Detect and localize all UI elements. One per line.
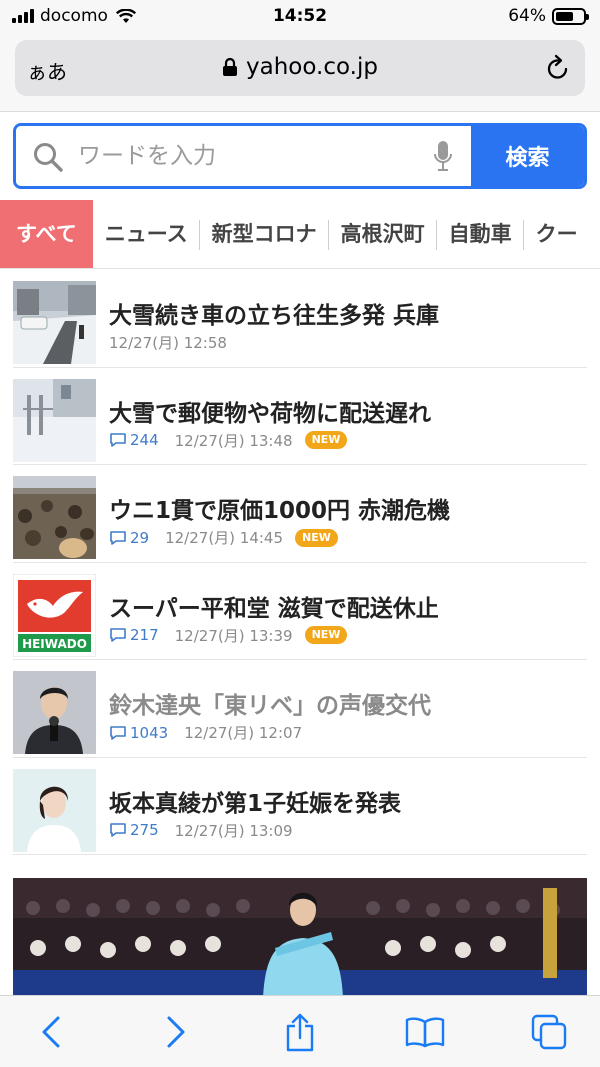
news-thumbnail	[13, 768, 96, 852]
new-badge: NEW	[295, 528, 338, 547]
tab-automobile[interactable]: 自動車	[437, 200, 524, 268]
forward-icon	[167, 1016, 184, 1047]
comment-count[interactable]: 217	[109, 626, 159, 644]
category-tabs: すべて ニュース 新型コロナ 高根沢町 自動車 クー	[0, 200, 600, 269]
news-thumbnail	[13, 476, 96, 559]
search-input[interactable]	[78, 126, 418, 186]
new-badge: NEW	[304, 626, 348, 644]
browser-toolbar	[0, 995, 600, 1067]
status-bar: docomo 14:52 64%	[0, 0, 600, 34]
news-title: 鈴木達央「東リベ」の声優交代	[109, 693, 431, 719]
news-item[interactable]: HEIWADO スーパー平和堂 滋賀で配送休止 217 12/27(月) 13:…	[13, 563, 587, 660]
new-badge: NEW	[304, 431, 348, 449]
news-date: 12/27(月) 14:45	[165, 529, 284, 547]
share-icon	[286, 1013, 314, 1051]
tab-news[interactable]: ニュース	[93, 200, 200, 268]
news-item[interactable]: 大雪続き車の立ち往生多発 兵庫 12/27(月) 12:58	[13, 270, 587, 368]
news-list: 大雪続き車の立ち往生多発 兵庫 12/27(月) 12:58 大雪で郵便物や荷物…	[0, 270, 600, 855]
back-button[interactable]	[26, 1007, 76, 1057]
news-title: 坂本真綾が第1子妊娠を発表	[109, 790, 402, 817]
search-icon	[34, 143, 63, 172]
feature-banner-image[interactable]	[13, 878, 587, 998]
news-thumbnail	[13, 281, 96, 364]
news-date: 12/27(月) 13:39	[174, 626, 293, 645]
microphone-icon[interactable]	[433, 140, 453, 172]
page: docomo 14:52 64% ぁあ yahoo.co.jp ワードを入力 検…	[0, 0, 600, 1067]
tabs-button[interactable]	[524, 1007, 574, 1057]
news-title: 大雪続き車の立ち往生多発 兵庫	[109, 303, 440, 329]
address-bar[interactable]: ぁあ yahoo.co.jp	[15, 40, 585, 96]
heiwado-logo-text: HEIWADO	[22, 637, 87, 651]
news-thumbnail: HEIWADO	[13, 573, 96, 657]
bookmarks-icon	[405, 1016, 444, 1047]
comment-icon	[110, 823, 126, 837]
news-thumbnail	[13, 671, 96, 754]
bookmarks-button[interactable]	[400, 1007, 450, 1057]
comment-count[interactable]: 244	[109, 431, 159, 449]
battery-percent: 64%	[508, 6, 546, 26]
reload-icon[interactable]	[545, 54, 571, 82]
news-title: 大雪で郵便物や荷物に配送遅れ	[109, 400, 431, 427]
news-title: ウニ1貫で原価1000円 赤潮危機	[109, 498, 451, 524]
comment-icon	[110, 530, 126, 545]
comment-icon	[110, 628, 126, 642]
tab-covid[interactable]: 新型コロナ	[200, 200, 329, 268]
comment-count[interactable]: 29	[109, 529, 149, 547]
search-box: 検索	[13, 123, 587, 189]
news-item[interactable]: 鈴木達央「東リベ」の声優交代 1043 12/27(月) 12:07	[13, 660, 587, 758]
comment-icon	[110, 433, 126, 447]
news-title: スーパー平和堂 滋賀で配送休止	[109, 595, 439, 622]
news-item[interactable]: 大雪で郵便物や荷物に配送遅れ 244 12/27(月) 13:48 NEW	[13, 368, 587, 465]
url-text[interactable]: yahoo.co.jp	[246, 54, 378, 80]
tab-all[interactable]: すべて	[0, 200, 93, 268]
tab-more[interactable]: クー	[524, 200, 590, 268]
comment-count[interactable]: 275	[109, 821, 159, 839]
back-icon	[42, 1016, 60, 1047]
browser-address-area: ぁあ yahoo.co.jp	[0, 34, 600, 112]
forward-button[interactable]	[151, 1007, 201, 1057]
tabs-icon	[531, 1014, 567, 1049]
comment-count[interactable]: 1043	[109, 724, 168, 742]
battery-icon	[552, 7, 589, 25]
news-item[interactable]: ウニ1貫で原価1000円 赤潮危機 29 12/27(月) 14:45 NEW	[13, 465, 587, 563]
news-date: 12/27(月) 12:07	[184, 724, 303, 742]
news-thumbnail	[13, 378, 96, 462]
comment-icon	[110, 725, 126, 740]
news-date: 12/27(月) 13:48	[174, 431, 293, 450]
search-button[interactable]: 検索	[471, 126, 584, 186]
share-button[interactable]	[275, 1007, 325, 1057]
lock-icon	[223, 57, 238, 76]
news-date: 12/27(月) 12:58	[109, 334, 227, 352]
tab-takanezawa[interactable]: 高根沢町	[329, 200, 437, 268]
news-date: 12/27(月) 13:09	[174, 821, 293, 840]
news-item[interactable]: 坂本真綾が第1子妊娠を発表 275 12/27(月) 13:09	[13, 758, 587, 855]
